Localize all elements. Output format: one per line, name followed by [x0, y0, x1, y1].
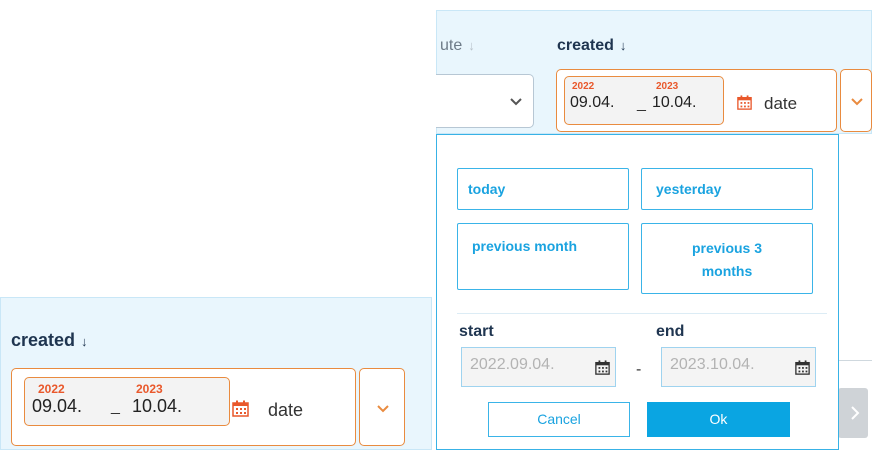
end-date-value: 2023.10.04.	[670, 356, 755, 373]
date-range-field[interactable]: 2022 09.04. _ 2023 10.04. date	[11, 368, 356, 446]
next-page-button[interactable]	[838, 388, 868, 438]
previous-column-select[interactable]	[436, 74, 534, 128]
range-separator: _	[111, 398, 120, 415]
to-date: 10.04.	[652, 94, 697, 111]
to-year: 2023	[656, 81, 679, 92]
preset-today-button[interactable]: today	[457, 168, 629, 210]
date-range-display[interactable]: 2022 09.04. _ 2023 10.04.	[24, 377, 230, 426]
preset-previous-month-button[interactable]: previous month	[457, 223, 629, 290]
dropdown-divider	[457, 313, 827, 314]
table-divider	[838, 360, 872, 361]
created-column-header[interactable]: created ↓	[11, 330, 88, 351]
chevron-down-icon	[510, 98, 522, 106]
date-range-display[interactable]: 2022 09.04. _ 2023 10.04.	[564, 76, 724, 125]
calendar-icon[interactable]	[232, 400, 249, 417]
end-label: end	[656, 323, 685, 340]
created-column-header-top[interactable]: created ↓	[557, 37, 626, 55]
chevron-right-icon	[851, 406, 860, 420]
from-year: 2022	[38, 382, 65, 396]
range-dash: -	[636, 361, 642, 378]
chevron-down-icon	[377, 405, 389, 413]
preset-yesterday-label: yesterday	[656, 181, 722, 197]
sort-down-icon[interactable]: ↓	[81, 334, 88, 349]
from-year: 2022	[572, 81, 595, 92]
start-date-value: 2022.09.04.	[470, 356, 555, 373]
chevron-down-icon	[851, 98, 863, 106]
date-mode-label[interactable]: date	[268, 400, 303, 421]
sort-down-icon[interactable]: ↓	[468, 38, 475, 53]
date-dropdown-toggle-top[interactable]	[840, 69, 872, 132]
date-range-field-top[interactable]: 2022 09.04. _ 2023 10.04. date	[556, 69, 837, 132]
preset-previous-month-label: previous month	[472, 238, 578, 254]
end-date-input[interactable]: 2023.10.04.	[661, 347, 816, 387]
date-range-dropdown: today yesterday previous month previous …	[436, 134, 839, 450]
start-date-input[interactable]: 2022.09.04.	[461, 347, 616, 387]
to-date: 10.04.	[132, 396, 183, 416]
ok-button[interactable]: Ok	[647, 402, 790, 437]
cancel-button[interactable]: Cancel	[488, 402, 630, 437]
preset-today-label: today	[468, 181, 506, 197]
created-header-label: created	[557, 37, 614, 54]
calendar-icon[interactable]	[737, 95, 752, 110]
previous-header-label: ute	[440, 37, 463, 54]
previous-column-header[interactable]: ute ↓	[440, 37, 475, 55]
start-label: start	[459, 323, 494, 340]
from-date: 09.04.	[32, 396, 83, 416]
sort-down-icon[interactable]: ↓	[620, 38, 627, 53]
calendar-icon[interactable]	[795, 360, 810, 375]
to-year: 2023	[136, 382, 163, 396]
date-mode-label[interactable]: date	[764, 94, 797, 114]
preset-yesterday-button[interactable]: yesterday	[641, 168, 813, 210]
preset-previous-3-months-button[interactable]: previous 3 months	[641, 223, 813, 294]
from-date: 09.04.	[570, 94, 615, 111]
range-separator: _	[637, 95, 646, 112]
preset-previous-3-months-label: previous 3 months	[691, 240, 763, 279]
created-header-label: created	[11, 330, 76, 350]
date-dropdown-toggle[interactable]	[359, 368, 405, 446]
calendar-icon[interactable]	[595, 360, 610, 375]
